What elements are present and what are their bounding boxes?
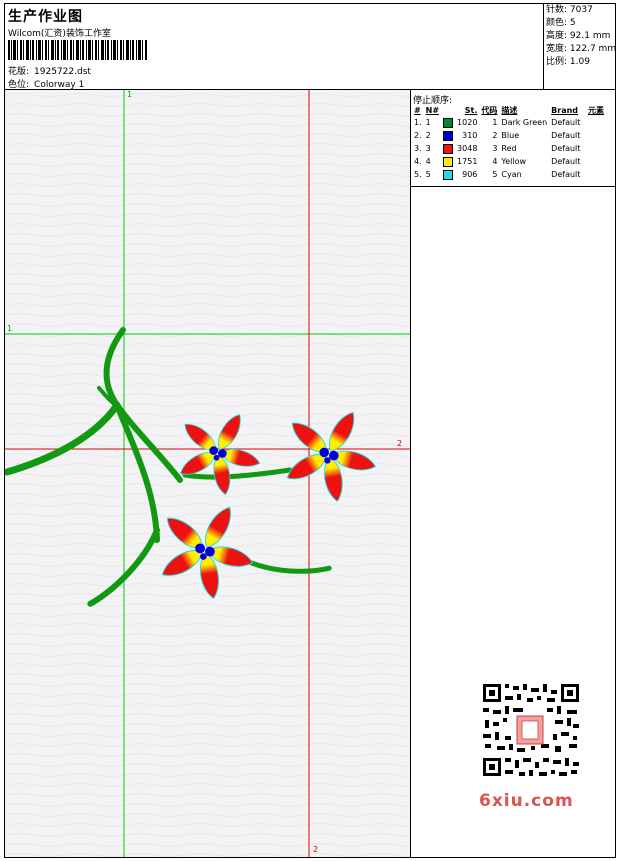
colorway-label: 色位:: [8, 80, 30, 90]
color-swatch: [443, 169, 454, 180]
row-swatch: [441, 116, 455, 129]
col-needle: N#: [425, 105, 440, 115]
colorway-value: Colorway 1: [34, 80, 85, 90]
color-swatch: [443, 143, 454, 154]
guide-green-h-label: 1: [7, 324, 13, 333]
row-stitches: 906: [462, 170, 478, 179]
col-brand: Brand: [551, 105, 579, 115]
row-stitches: 3048: [457, 144, 478, 153]
row-swatch: [441, 142, 455, 155]
col-desc: 描述: [501, 105, 518, 115]
header: 生产作业图 Wilcom(汇资)装饰工作室 花版: 1925722.dst 色位…: [5, 4, 616, 90]
row-index: 1.: [414, 118, 422, 127]
embroidery-canvas: [5, 90, 410, 857]
row-code: 4: [492, 157, 498, 166]
row-swatch: [441, 155, 455, 168]
watermark: 6xiu.com: [479, 791, 574, 811]
spec-height: 高度: 92.1 mm: [546, 31, 611, 41]
qr-code: [475, 680, 585, 780]
row-element: [586, 142, 606, 155]
color-swatch: [443, 130, 454, 141]
design-file-row: 花版: 1925722.dst: [8, 64, 91, 77]
row-brand: Default: [551, 144, 581, 153]
color-table-header: # N# St. 代码 描述 Brand 元素: [412, 104, 606, 116]
row-brand: Default: [551, 118, 581, 127]
row-desc: Yellow: [501, 157, 527, 166]
row-desc: Red: [501, 144, 517, 153]
sheet-frame: 生产作业图 Wilcom(汇资)装饰工作室 花版: 1925722.dst 色位…: [4, 3, 616, 858]
design-file-label: 花版:: [8, 67, 30, 77]
row-brand: Default: [551, 170, 581, 179]
row-code: 2: [492, 131, 498, 140]
color-table: # N# St. 代码 描述 Brand 元素 1. 1 1020 1 Dark Gre…: [412, 104, 606, 181]
color-table-row: 2. 2 310 2 Blue Default: [412, 129, 606, 142]
row-index: 5.: [414, 170, 422, 179]
row-desc: Dark Green: [501, 118, 548, 127]
row-element: [586, 116, 606, 129]
row-needle: 1: [425, 118, 431, 127]
spec-stitches: 针数: 7037: [546, 5, 593, 15]
row-index: 2.: [414, 131, 422, 140]
row-brand: Default: [551, 157, 581, 166]
row-element: [586, 129, 606, 142]
spec-scale: 比例: 1.09: [546, 57, 590, 67]
guide-red-h-label: 2: [397, 439, 403, 448]
color-swatch: [443, 156, 454, 167]
row-stitches: 1751: [457, 157, 478, 166]
color-sequence-panel: 停止顺序: # N# St. 代码 描述 Brand 元素 1. 1 1020 1 Da…: [411, 90, 615, 857]
color-table-row: 1. 1 1020 1 Dark Green Default: [412, 116, 606, 129]
row-stitches: 1020: [457, 118, 478, 127]
studio-name: Wilcom(汇资)装饰工作室: [8, 29, 111, 39]
row-needle: 3: [425, 144, 431, 153]
row-desc: Cyan: [501, 170, 522, 179]
row-needle: 5: [425, 170, 431, 179]
col-element: 元素: [588, 105, 605, 115]
color-table-row: 4. 4 1751 4 Yellow Default: [412, 155, 606, 168]
design-preview: 1 1 2 2: [5, 90, 411, 857]
colorway-row: 色位: Colorway 1: [8, 77, 84, 90]
col-code: 代码: [481, 105, 498, 115]
col-stitches: St.: [464, 105, 478, 115]
color-table-row: 5. 5 906 5 Cyan Default: [412, 168, 606, 181]
row-stitches: 310: [462, 131, 478, 140]
color-table-row: 3. 3 3048 3 Red Default: [412, 142, 606, 155]
spec-colors: 颜色: 5: [546, 18, 576, 28]
guide-green-v-label: 1: [127, 90, 133, 99]
guide-red-v-label: 2: [313, 845, 319, 854]
row-brand: Default: [551, 131, 581, 140]
row-needle: 4: [425, 157, 431, 166]
design-file-value: 1925722.dst: [34, 67, 91, 77]
row-needle: 2: [425, 131, 431, 140]
col-swatch: [441, 104, 455, 116]
row-index: 4.: [414, 157, 422, 166]
row-desc: Blue: [501, 131, 520, 140]
specs-panel: 针数: 7037 颜色: 5 高度: 92.1 mm 宽度: 122.7 mm …: [543, 4, 616, 89]
row-swatch: [441, 168, 455, 181]
row-swatch: [441, 129, 455, 142]
production-sheet: 生产作业图 Wilcom(汇资)装饰工作室 花版: 1925722.dst 色位…: [0, 0, 620, 861]
row-code: 3: [492, 144, 498, 153]
row-code: 5: [492, 170, 498, 179]
row-code: 1: [492, 118, 498, 127]
row-element: [586, 155, 606, 168]
barcode: [8, 40, 147, 60]
color-swatch: [443, 117, 454, 128]
table-divider: [411, 186, 615, 187]
spec-width: 宽度: 122.7 mm: [546, 44, 617, 54]
page-title: 生产作业图: [8, 9, 83, 25]
row-element: [586, 168, 606, 181]
col-index: #: [414, 105, 421, 115]
row-index: 3.: [414, 144, 422, 153]
